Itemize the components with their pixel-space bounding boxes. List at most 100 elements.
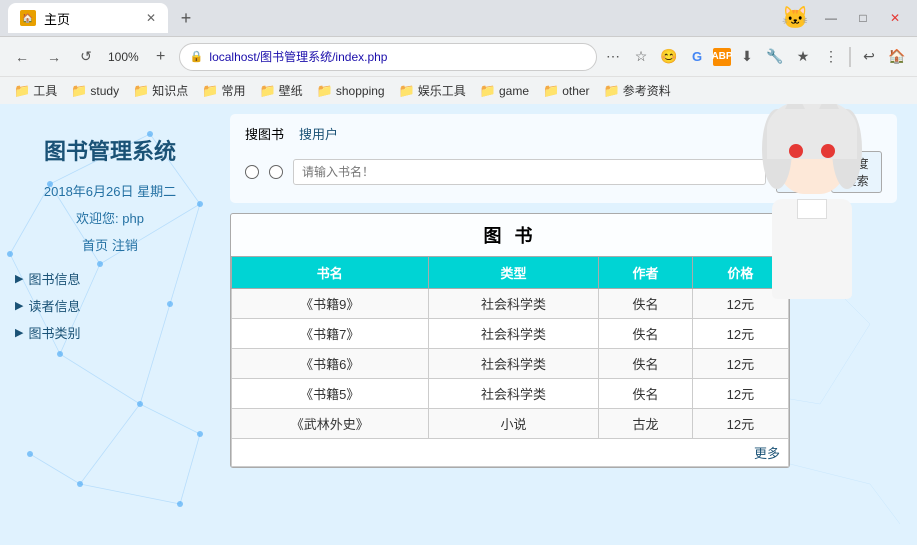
extensions-icon[interactable]: ⋯ <box>601 45 625 69</box>
bookmark-other[interactable]: 📁 other <box>537 81 596 101</box>
more-row[interactable]: 更多 <box>232 439 789 467</box>
menu-item-label: 读者信息 <box>28 296 80 315</box>
home-link[interactable]: 首页 <box>82 238 108 253</box>
table-cell-3-1: 社会科学类 <box>428 379 599 409</box>
bookmark-label: shopping <box>336 84 385 98</box>
folder-icon: 📁 <box>317 83 333 99</box>
refresh-button[interactable]: ↺ <box>72 43 100 71</box>
table-cell-2-0: 《书籍6》 <box>232 349 429 379</box>
bookmark-label: 壁纸 <box>279 82 303 99</box>
radio-option-2[interactable] <box>269 165 283 179</box>
bookmark-knowledge[interactable]: 📁 知识点 <box>127 80 194 101</box>
table-cell-0-1: 社会科学类 <box>428 289 599 319</box>
home-icon[interactable]: 🏠 <box>885 45 909 69</box>
settings-icon[interactable]: ⋮ <box>819 45 843 69</box>
bookmark-study[interactable]: 📁 study <box>65 81 125 101</box>
menu-item-readers[interactable]: ▶ 读者信息 <box>15 296 205 315</box>
table-cell-2-1: 社会科学类 <box>428 349 599 379</box>
table-cell-4-1: 小说 <box>428 409 599 439</box>
menu-item-label: 图书信息 <box>28 269 80 288</box>
menu-item-books[interactable]: ▶ 图书信息 <box>15 269 205 288</box>
table-row: 《武林外史》小说古龙12元 <box>232 409 789 439</box>
minimize-button[interactable]: — <box>817 4 845 32</box>
g-icon[interactable]: G <box>685 45 709 69</box>
extension2-icon[interactable]: 🔧 <box>763 45 787 69</box>
logout-link[interactable]: 注销 <box>112 238 138 253</box>
search-tab-book[interactable]: 搜图书 <box>245 124 284 143</box>
bookmark-reference[interactable]: 📁 参考资料 <box>598 80 677 101</box>
search-tab-user[interactable]: 搜用户 <box>299 124 338 143</box>
folder-icon: 📁 <box>480 83 496 99</box>
folder-icon: 📁 <box>399 83 415 99</box>
close-window-button[interactable]: ✕ <box>881 4 909 32</box>
bookmark-label: 工具 <box>33 82 57 99</box>
browser-actions: ⋯ ☆ 😊 G ABP ⬇ 🔧 ★ ⋮ ↩ 🏠 <box>601 45 909 69</box>
emoji-icon[interactable]: 😊 <box>657 45 681 69</box>
table-row: 《书籍5》社会科学类佚名12元 <box>232 379 789 409</box>
site-title: 图书管理系统 <box>15 134 205 166</box>
address-text: localhost/图书管理系统/index.php <box>209 48 586 65</box>
radio-circle-1 <box>245 165 259 179</box>
table-header-row: 书名 类型 作者 价格 <box>232 257 789 289</box>
folder-icon: 📁 <box>259 83 275 99</box>
table-row: 《书籍7》社会科学类佚名12元 <box>232 319 789 349</box>
navigation-bar: ← → ↺ 100% + 🔒 localhost/图书管理系统/index.ph… <box>0 36 917 76</box>
table-cell-4-0: 《武林外史》 <box>232 409 429 439</box>
folder-icon: 📁 <box>604 83 620 99</box>
new-tab-button[interactable]: + <box>172 4 200 32</box>
book-table-container: 图 书 书名 类型 作者 价格 《书籍9》社会科学类佚名12元《书籍7》社会科学… <box>230 213 790 468</box>
table-cell-3-0: 《书籍5》 <box>232 379 429 409</box>
tab-favicon: 🏠 <box>20 10 36 26</box>
nav-links: 首页 注销 <box>15 235 205 254</box>
radio-option-1[interactable] <box>245 165 259 179</box>
star-icon[interactable]: ☆ <box>629 45 653 69</box>
download-icon[interactable]: ⬇ <box>735 45 759 69</box>
bookmark-label: 参考资料 <box>623 82 671 99</box>
search-input[interactable] <box>293 159 766 185</box>
arrow-icon: ▶ <box>15 326 23 339</box>
table-cell-4-2: 古龙 <box>599 409 692 439</box>
cat-decoration-icon: 🐱 <box>782 5 809 31</box>
folder-icon: 📁 <box>133 83 149 99</box>
forward-button[interactable]: → <box>40 43 68 71</box>
arrow-icon: ▶ <box>15 299 23 312</box>
bookmark-label: study <box>90 84 119 98</box>
folder-icon: 📁 <box>202 83 218 99</box>
table-row: 《书籍6》社会科学类佚名12元 <box>232 349 789 379</box>
tab-bar: 🏠 主页 ✕ + 🐱 — □ ✕ <box>0 0 917 36</box>
table-cell-2-2: 佚名 <box>599 349 692 379</box>
zoom-plus-button[interactable]: + <box>147 43 175 71</box>
bookmark-label: 知识点 <box>152 82 188 99</box>
table-row: 《书籍9》社会科学类佚名12元 <box>232 289 789 319</box>
bookmarks-bar: 📁 工具 📁 study 📁 知识点 📁 常用 📁 壁纸 📁 shopping … <box>0 76 917 104</box>
bookmark-tools[interactable]: 📁 工具 <box>8 80 63 101</box>
bookmark-star-icon[interactable]: ★ <box>791 45 815 69</box>
active-tab[interactable]: 🏠 主页 ✕ <box>8 3 168 33</box>
bookmark-wallpaper[interactable]: 📁 壁纸 <box>253 80 308 101</box>
bookmark-label: 常用 <box>221 82 245 99</box>
tab-label: 主页 <box>44 9 138 28</box>
bookmark-entertainment[interactable]: 📁 娱乐工具 <box>393 80 472 101</box>
table-title: 图 书 <box>231 214 789 256</box>
table-cell-1-2: 佚名 <box>599 319 692 349</box>
bookmark-shopping[interactable]: 📁 shopping <box>311 81 391 101</box>
adblock-icon[interactable]: ABP <box>713 48 731 66</box>
bookmark-game[interactable]: 📁 game <box>474 81 535 101</box>
back2-icon[interactable]: ↩ <box>857 45 881 69</box>
back-button[interactable]: ← <box>8 43 36 71</box>
page-content: 图书管理系统 2018年6月26日 星期二 欢迎您: php 首页 注销 ▶ 图… <box>0 104 917 545</box>
address-bar[interactable]: 🔒 localhost/图书管理系统/index.php <box>179 43 597 71</box>
menu-item-categories[interactable]: ▶ 图书类别 <box>15 323 205 342</box>
more-link[interactable]: 更多 <box>232 439 789 467</box>
arrow-icon: ▶ <box>15 272 23 285</box>
zoom-level: 100% <box>104 50 143 64</box>
bookmark-common[interactable]: 📁 常用 <box>196 80 251 101</box>
menu-items: ▶ 图书信息 ▶ 读者信息 ▶ 图书类别 <box>15 269 205 342</box>
folder-icon: 📁 <box>543 83 559 99</box>
tab-close-button[interactable]: ✕ <box>146 11 156 25</box>
menu-item-label: 图书类别 <box>28 323 80 342</box>
date-display: 2018年6月26日 星期二 <box>15 181 205 200</box>
welcome-display: 欢迎您: php <box>15 208 205 227</box>
bookmark-label: 娱乐工具 <box>418 82 466 99</box>
maximize-button[interactable]: □ <box>849 4 877 32</box>
